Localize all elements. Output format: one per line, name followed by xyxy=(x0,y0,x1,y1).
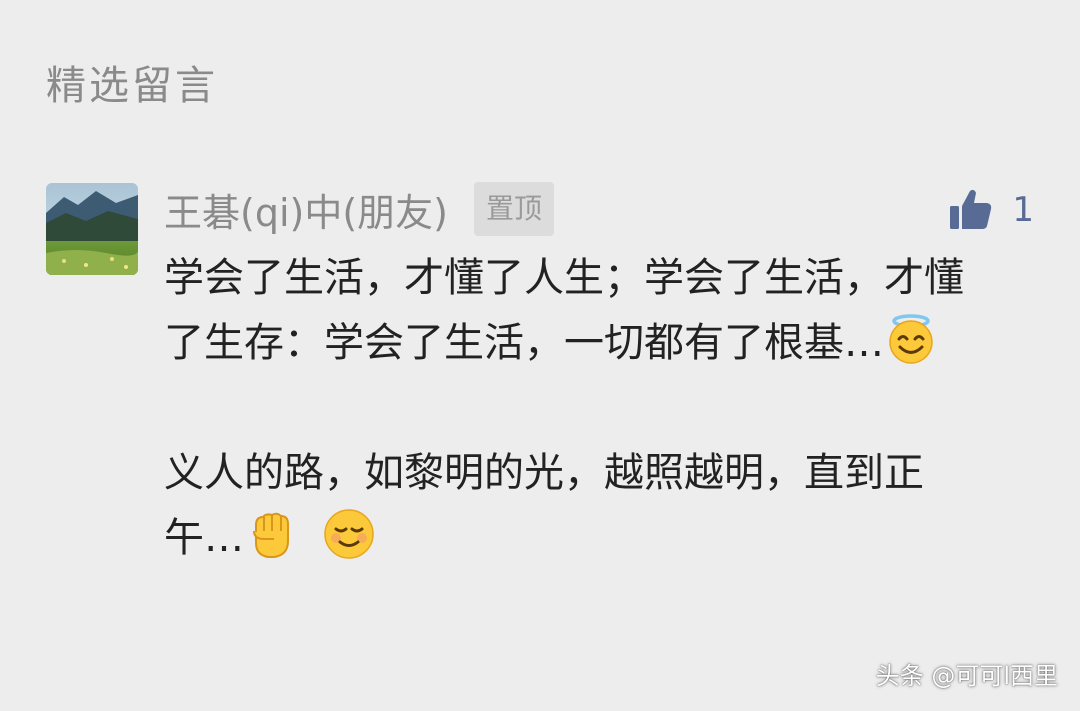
author-row: 王碁(qi)中(朋友) 置顶 xyxy=(164,182,554,237)
like-button[interactable]: 1 xyxy=(948,187,1034,233)
author-name[interactable]: 王碁(qi)中(朋友) xyxy=(164,182,448,237)
avatar[interactable] xyxy=(46,183,138,275)
avatar-image xyxy=(46,183,138,275)
comment-paragraph-2: 义人的路，如黎明的光，越照越明，直到正午… xyxy=(164,441,994,571)
comment-paragraph-1: 学会了生活，才懂了人生；学会了生活，才懂了生存：学会了生活，一切都有了根基… xyxy=(164,246,994,376)
like-count: 1 xyxy=(1012,190,1034,230)
pinned-badge: 置顶 xyxy=(473,182,554,236)
section-title: 精选留言 xyxy=(46,63,218,109)
comment-item: 王碁(qi)中(朋友) 置顶 1 学会了生活，才懂了人生；学会了生活，才懂了生存… xyxy=(46,182,1046,643)
raised-fist-icon xyxy=(253,512,289,558)
smiling-face-with-halo-icon xyxy=(889,314,933,364)
smiling-face-icon xyxy=(324,509,374,559)
comment-paragraph-1-text: 学会了生活，才懂了人生；学会了生活，才懂了生存：学会了生活，一切都有了根基… xyxy=(164,255,964,366)
comment-content: 学会了生活，才懂了人生；学会了生活，才懂了生存：学会了生活，一切都有了根基… 义… xyxy=(164,246,994,571)
watermark: 头条 @可可l西里 xyxy=(875,662,1058,690)
thumbs-up-icon xyxy=(950,189,992,229)
